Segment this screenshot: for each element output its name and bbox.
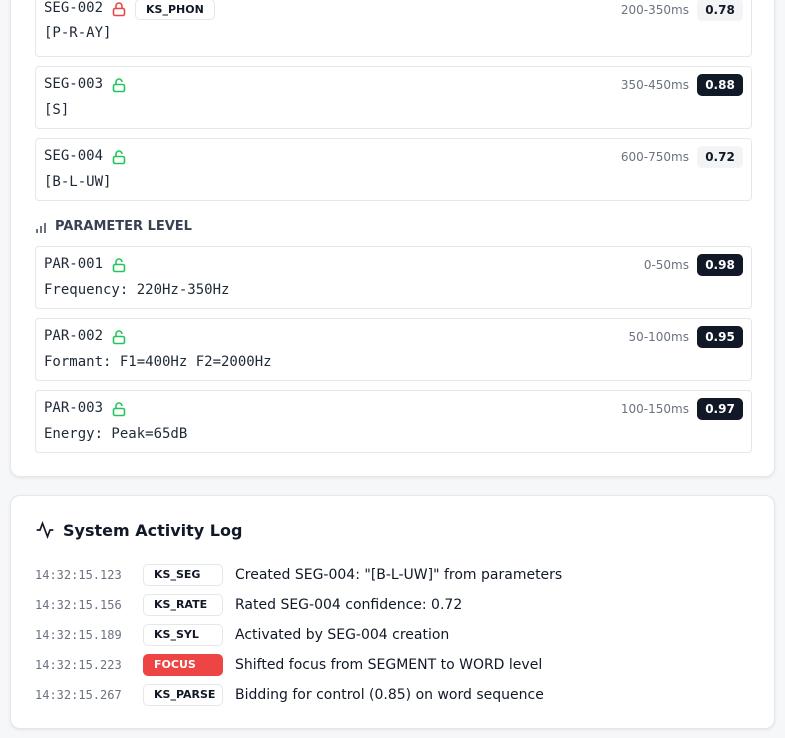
log-entry: 14:32:15.267 KS_PARSE Bidding for contro… <box>35 683 544 707</box>
lock-icon <box>112 1 126 17</box>
log-message: Bidding for control (0.85) on word seque… <box>235 687 544 703</box>
log-message: Activated by SEG-004 creation <box>235 627 450 643</box>
activity-log-panel: System Activity Log 14:32:15.123 KS_SEG … <box>10 495 775 729</box>
bar-chart-icon <box>36 222 46 233</box>
log-timestamp: 14:32:15.223 <box>35 658 122 672</box>
ks-badge: KS_PHON <box>135 0 215 20</box>
hypothesis-value: Formant: F1=400Hz F2=2000Hz <box>44 354 272 370</box>
confidence-badge: 0.98 <box>697 254 743 276</box>
hypothesis-item[interactable]: PAR-002 Formant: F1=400Hz F2=2000Hz 50-1… <box>35 318 752 381</box>
log-source-badge: KS_PARSE <box>143 684 223 706</box>
hypothesis-id: SEG-002 <box>44 0 104 16</box>
hypothesis-id: PAR-002 <box>44 328 104 344</box>
unlock-icon <box>112 401 126 417</box>
hypothesis-value: [B-L-UW] <box>44 174 112 190</box>
unlock-icon <box>112 257 126 273</box>
log-entry: 14:32:15.156 KS_RATE Rated SEG-004 confi… <box>35 593 462 617</box>
hypothesis-item[interactable]: SEG-004 [B-L-UW] 600-750ms 0.72 <box>35 138 752 201</box>
log-entry: 14:32:15.223 FOCUS Shifted focus from SE… <box>35 653 542 677</box>
activity-log-title: System Activity Log <box>35 520 242 540</box>
hypothesis-item[interactable]: SEG-002 KS_PHON [P-R-AY] 200-350ms 0.78 <box>35 0 752 57</box>
hypothesis-value: Frequency: 220Hz-350Hz <box>44 282 230 298</box>
unlock-icon <box>112 77 126 93</box>
hypothesis-value: [S] <box>44 102 70 118</box>
hypothesis-item[interactable]: PAR-001 Frequency: 220Hz-350Hz 0-50ms 0.… <box>35 246 752 309</box>
parameter-level-heading: PARAMETER LEVEL <box>35 219 192 234</box>
time-range: 600-750ms <box>620 150 689 164</box>
log-source-badge: KS_RATE <box>143 594 223 616</box>
log-timestamp: 14:32:15.123 <box>35 568 122 582</box>
confidence-badge: 0.72 <box>697 146 743 168</box>
confidence-badge: 0.97 <box>697 398 743 420</box>
log-source-badge: KS_SEG <box>143 564 223 586</box>
log-timestamp: 14:32:15.156 <box>35 598 122 612</box>
hypothesis-item[interactable]: SEG-003 [S] 350-450ms 0.88 <box>35 66 752 129</box>
confidence-badge: 0.95 <box>697 326 743 348</box>
unlock-icon <box>112 149 126 165</box>
hypothesis-id: SEG-003 <box>44 76 104 92</box>
time-range: 350-450ms <box>620 78 689 92</box>
log-entry: 14:32:15.123 KS_SEG Created SEG-004: "[B… <box>35 563 562 587</box>
time-range: 200-350ms <box>620 3 689 17</box>
log-timestamp: 14:32:15.267 <box>35 688 122 702</box>
log-message: Rated SEG-004 confidence: 0.72 <box>235 597 463 613</box>
confidence-badge: 0.88 <box>697 74 743 96</box>
time-range: 0-50ms <box>643 258 689 272</box>
hypothesis-id: SEG-004 <box>44 148 104 164</box>
log-timestamp: 14:32:15.189 <box>35 628 122 642</box>
hypothesis-id: PAR-003 <box>44 400 104 416</box>
time-range: 50-100ms <box>628 330 689 344</box>
hypothesis-panel: SEG-002 KS_PHON [P-R-AY] 200-350ms 0.78 S… <box>10 0 775 477</box>
log-message: Shifted focus from SEGMENT to WORD level <box>235 657 543 673</box>
hypothesis-item[interactable]: PAR-003 Energy: Peak=65dB 100-150ms 0.97 <box>35 390 752 453</box>
activity-icon <box>36 520 54 540</box>
log-message: Created SEG-004: "[B-L-UW]" from paramet… <box>235 567 563 583</box>
hypothesis-value: [P-R-AY] <box>44 25 112 41</box>
hypothesis-value: Energy: Peak=65dB <box>44 426 188 442</box>
log-entry: 14:32:15.189 KS_SYL Activated by SEG-004… <box>35 623 449 647</box>
log-source-badge: FOCUS <box>143 654 223 676</box>
hypothesis-id: PAR-001 <box>44 256 104 272</box>
unlock-icon <box>112 329 126 345</box>
time-range: 100-150ms <box>620 402 689 416</box>
confidence-badge: 0.78 <box>697 0 743 21</box>
log-source-badge: KS_SYL <box>143 624 223 646</box>
